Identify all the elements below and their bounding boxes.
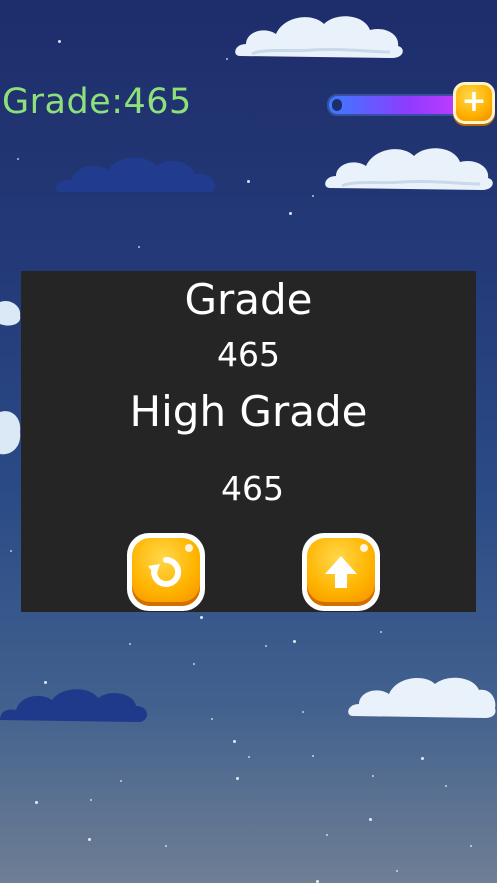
- high-grade-value: 465: [221, 469, 284, 508]
- grade-label: Grade: [184, 275, 313, 324]
- star: [265, 645, 267, 647]
- cloud-top: [235, 16, 403, 58]
- star: [200, 616, 203, 619]
- star: [58, 40, 61, 43]
- next-up-button[interactable]: [302, 533, 380, 611]
- star: [35, 801, 38, 804]
- restart-icon: [148, 556, 182, 587]
- star: [312, 755, 314, 757]
- star: [10, 550, 12, 552]
- restart-button[interactable]: [127, 533, 205, 611]
- progress-knob: [332, 99, 342, 111]
- star: [470, 845, 472, 847]
- progress-fill: [329, 96, 462, 114]
- star: [369, 818, 372, 821]
- star: [248, 756, 250, 758]
- button-shine: [185, 544, 193, 552]
- plus-icon: +: [461, 84, 487, 119]
- star: [236, 777, 239, 780]
- star: [193, 663, 195, 665]
- star: [289, 212, 292, 215]
- star: [396, 870, 398, 872]
- star: [233, 740, 236, 743]
- star: [165, 845, 167, 847]
- star: [302, 711, 304, 713]
- star: [247, 180, 250, 183]
- star: [211, 718, 213, 720]
- game-over-panel: Grade 465 High Grade 465: [21, 271, 476, 612]
- star: [129, 643, 131, 645]
- star: [421, 757, 424, 760]
- star: [226, 58, 228, 60]
- star: [293, 640, 296, 643]
- star: [445, 785, 447, 787]
- star: [90, 799, 92, 801]
- star: [138, 246, 140, 248]
- cloud-dark-left: [55, 157, 216, 192]
- star: [326, 834, 328, 836]
- star: [17, 158, 19, 160]
- add-button[interactable]: +: [453, 82, 495, 124]
- cloud-right: [325, 148, 493, 190]
- high-grade-label: High Grade: [129, 387, 368, 436]
- button-shine: [360, 544, 368, 552]
- grade-value: 465: [217, 335, 280, 374]
- arrow-up-icon: [325, 556, 357, 588]
- star: [372, 775, 374, 777]
- star: [120, 780, 122, 782]
- cloud-edge-left-2: [0, 411, 21, 455]
- star: [88, 838, 91, 841]
- cloud-edge-left-1: [0, 300, 21, 326]
- star: [312, 195, 314, 197]
- cloud-bottom-right: [348, 677, 496, 718]
- progress-bar: [327, 94, 471, 116]
- star: [380, 631, 382, 633]
- hud-grade-score: Grade:465: [2, 82, 192, 122]
- cloud-dark-bottom: [0, 689, 148, 722]
